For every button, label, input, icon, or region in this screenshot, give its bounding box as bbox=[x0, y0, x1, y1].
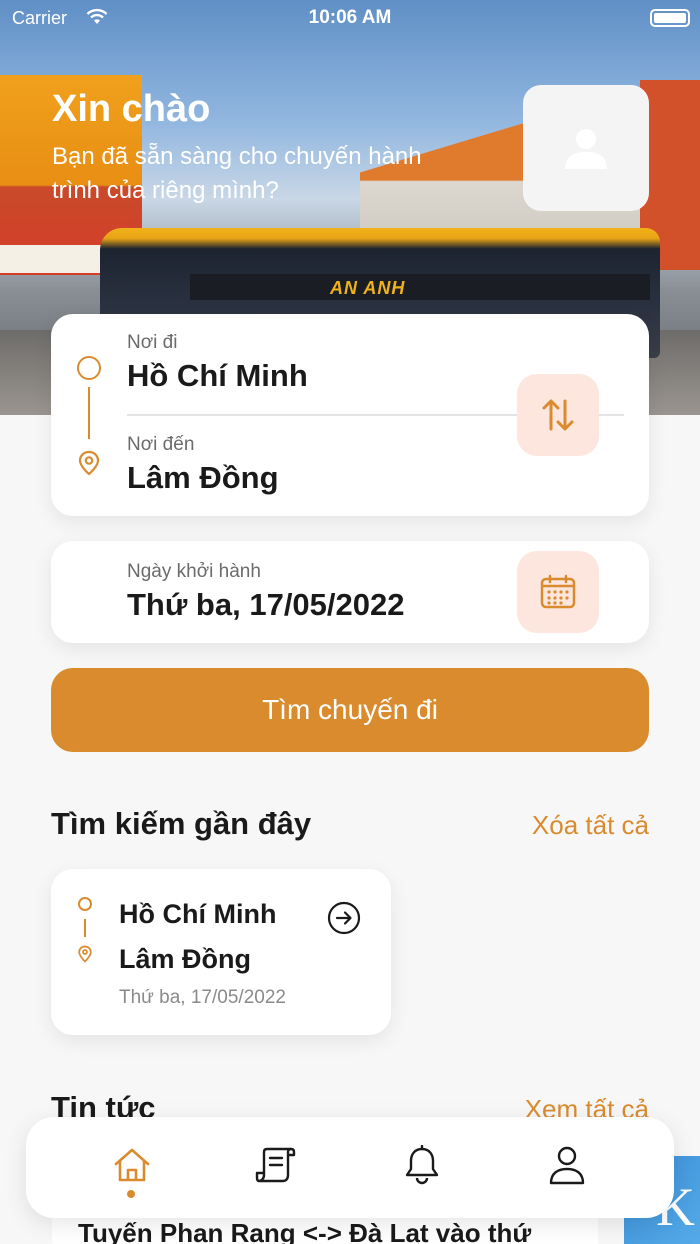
destination-field[interactable]: Lâm Đồng bbox=[127, 460, 279, 496]
bottom-tab-bar bbox=[26, 1117, 674, 1218]
destination-pin-icon bbox=[78, 450, 100, 476]
origin-field[interactable]: Hồ Chí Minh bbox=[127, 358, 308, 394]
recent-searches-title: Tìm kiếm gần đây bbox=[51, 806, 312, 841]
greeting-title: Xin chào bbox=[52, 88, 211, 130]
bus-brand: AN ANH bbox=[330, 278, 406, 298]
clock: 10:06 AM bbox=[308, 7, 392, 28]
tab-profile[interactable] bbox=[545, 1143, 589, 1187]
greeting-subtitle: Bạn đã sẵn sàng cho chuyến hành trình củ… bbox=[52, 143, 422, 204]
recent-date: Thứ ba, 17/05/2022 bbox=[119, 987, 286, 1008]
profile-icon bbox=[549, 1146, 585, 1185]
active-tab-indicator bbox=[127, 1190, 135, 1198]
battery-icon bbox=[650, 9, 690, 27]
destination-pin-icon bbox=[78, 945, 92, 963]
calendar-button[interactable] bbox=[517, 551, 599, 633]
route-connector bbox=[84, 919, 86, 937]
destination-label: Nơi đến bbox=[127, 434, 195, 455]
user-avatar-icon bbox=[565, 129, 607, 169]
avatar-button[interactable] bbox=[523, 85, 649, 211]
tab-home[interactable] bbox=[110, 1143, 154, 1187]
calendar-icon bbox=[540, 574, 576, 609]
arrow-right-circle-icon[interactable] bbox=[327, 901, 361, 935]
swap-arrows-icon bbox=[542, 399, 574, 431]
recent-origin: Hồ Chí Minh bbox=[119, 899, 277, 929]
route-connector bbox=[88, 387, 90, 439]
news-headline: Tuyến Phan Rang <-> Đà Lạt vào thứ bbox=[78, 1218, 532, 1244]
tickets-icon bbox=[255, 1147, 296, 1183]
home-icon bbox=[114, 1148, 150, 1182]
swap-route-button[interactable] bbox=[517, 374, 599, 456]
route-card: Nơi đi Hồ Chí Minh Nơi đến Lâm Đồng bbox=[51, 314, 649, 516]
search-trips-button[interactable]: Tìm chuyến đi bbox=[51, 668, 649, 752]
recent-search-item[interactable]: Hồ Chí Minh Lâm Đồng Thứ ba, 17/05/2022 bbox=[51, 869, 391, 1035]
tab-tickets[interactable] bbox=[254, 1143, 298, 1187]
origin-dot-icon bbox=[78, 897, 92, 911]
date-card[interactable]: Ngày khởi hành Thứ ba, 17/05/2022 bbox=[51, 541, 649, 643]
origin-dot-icon bbox=[77, 356, 101, 380]
tab-notifications[interactable] bbox=[400, 1143, 444, 1187]
recent-destination: Lâm Đồng bbox=[119, 944, 251, 974]
clear-all-link[interactable]: Xóa tất cả bbox=[532, 810, 649, 841]
departure-date-value[interactable]: Thứ ba, 17/05/2022 bbox=[127, 587, 405, 623]
departure-date-label: Ngày khởi hành bbox=[127, 561, 261, 582]
origin-label: Nơi đi bbox=[127, 332, 178, 353]
bell-icon bbox=[405, 1145, 439, 1185]
status-bar: Carrier 10:06 AM bbox=[0, 0, 700, 38]
